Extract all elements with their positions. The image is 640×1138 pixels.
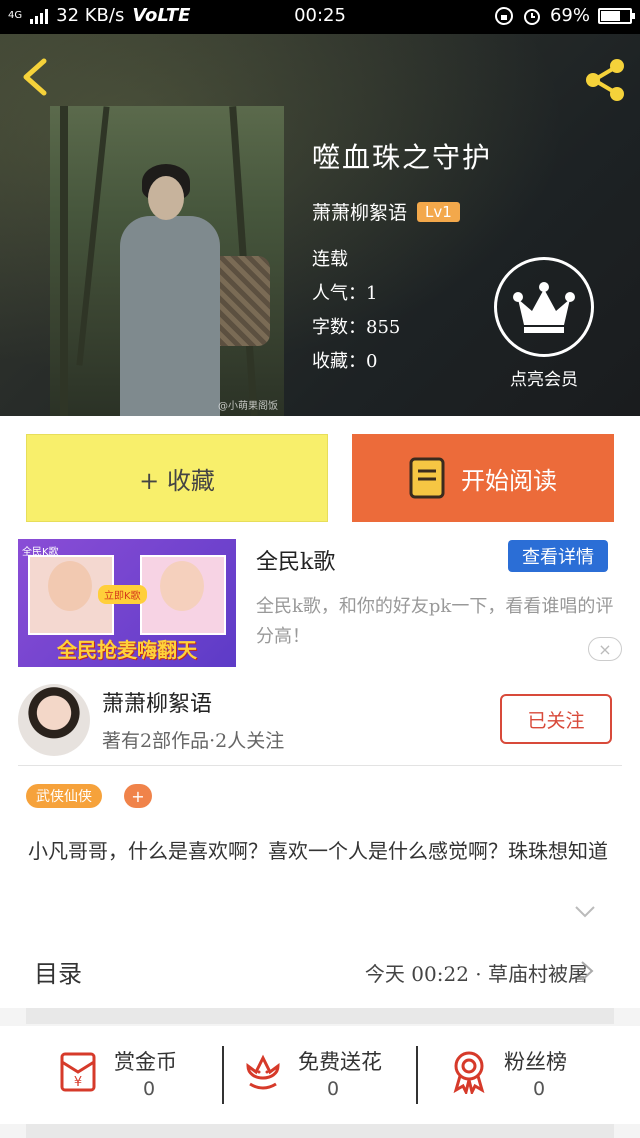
stats-bar: ¥ 赏金币 0 免费送花 0 粉丝榜 0: [0, 1026, 640, 1124]
send-flower-button[interactable]: 免费送花 0: [240, 1042, 430, 1112]
stat-value: 0: [532, 1078, 546, 1100]
section-spacer: [26, 1124, 614, 1138]
red-envelope-icon: ¥: [60, 1052, 96, 1092]
genre-tag[interactable]: 武侠仙侠: [26, 784, 102, 808]
cover-watermark: @小萌果阁饭: [218, 401, 278, 412]
ad-image[interactable]: 全民K歌 立即K歌 全民抢麦嗨翻天: [18, 539, 236, 667]
crown-icon: [513, 282, 575, 333]
collect-button[interactable]: + 收藏: [26, 434, 328, 522]
chevron-left-icon: [23, 58, 47, 96]
clock: 00:25: [294, 5, 346, 26]
book-word-count: 字数：855: [312, 317, 401, 338]
book-favorites: 收藏：0: [312, 351, 378, 372]
stat-label: 粉丝榜: [504, 1050, 567, 1074]
rotation-lock-icon: [494, 6, 513, 25]
author-meta: 著有2部作品·2人关注: [102, 730, 285, 752]
ad-description: 全民k歌，和你的好友pk一下，看看谁唱的评分高！: [256, 596, 614, 647]
battery-percent: 69%: [549, 5, 590, 26]
add-tag-button[interactable]: +: [124, 784, 152, 808]
book-title: 噬血珠之守护: [312, 141, 493, 174]
ad-banner[interactable]: 全民K歌 立即K歌 全民抢麦嗨翻天 全民k歌 查看详情 全民k歌，和你的好友pk…: [0, 536, 640, 682]
ad-title: 全民k歌: [256, 550, 336, 575]
battery-icon: [598, 7, 635, 24]
close-icon: ×: [598, 639, 612, 659]
table-of-contents-row[interactable]: 目录 今天 00:22 · 草庙村被屠: [0, 932, 640, 1008]
divider: [222, 1046, 224, 1104]
latest-chapter: 今天 00:22 · 草庙村被屠: [364, 962, 588, 986]
chevron-down-icon: [575, 906, 595, 918]
reward-coins-button[interactable]: ¥ 赏金币 0: [56, 1042, 246, 1112]
book-cover[interactable]: @小萌果阁饭: [50, 106, 284, 416]
vip-button[interactable]: 点亮会员: [494, 257, 594, 390]
back-button[interactable]: [16, 55, 56, 99]
medal-icon: [453, 1051, 485, 1094]
action-bar: + 收藏 开始阅读: [0, 416, 640, 536]
ad-image-pill: 立即K歌: [98, 585, 147, 604]
stat-value: 0: [142, 1078, 156, 1100]
description-card: 武侠仙侠 + 小凡哥哥，什么是喜欢啊？喜欢一个人是什么感觉啊？珠珠想知道: [0, 766, 640, 932]
share-button[interactable]: [580, 55, 630, 105]
follow-button[interactable]: 已关注: [500, 694, 612, 744]
svg-text:¥: ¥: [74, 1075, 82, 1090]
stat-label: 赏金币: [114, 1050, 177, 1074]
book-popularity: 人气：1: [312, 283, 378, 304]
author-level-badge: Lv1: [417, 201, 460, 222]
section-spacer: [26, 1008, 614, 1024]
author-card[interactable]: 萧萧柳絮语 著有2部作品·2人关注 已关注: [0, 682, 640, 766]
chevron-right-icon: [581, 961, 594, 981]
ad-image-slogan: 全民抢麦嗨翻天: [57, 638, 197, 662]
book-author[interactable]: 萧萧柳絮语: [312, 198, 407, 225]
book-info: 噬血珠之守护 萧萧柳絮语 Lv1 连载 人气：1 字数：855 收藏：0: [312, 136, 492, 379]
fan-ranking-button[interactable]: 粉丝榜 0: [446, 1042, 636, 1112]
toc-label: 目录: [34, 960, 82, 988]
start-reading-label: 开始阅读: [461, 466, 557, 495]
book-status: 连载: [312, 249, 348, 270]
ad-detail-button[interactable]: 查看详情: [508, 540, 608, 572]
start-reading-button[interactable]: 开始阅读: [352, 434, 614, 522]
alarm-icon: [523, 8, 540, 25]
divider: [416, 1046, 418, 1104]
stat-value: 0: [326, 1078, 340, 1100]
book-icon: [409, 457, 445, 499]
share-icon: [586, 59, 624, 101]
stat-label: 免费送花: [298, 1050, 382, 1074]
author-name: 萧萧柳絮语: [102, 692, 213, 717]
expand-button[interactable]: [574, 904, 596, 918]
avatar[interactable]: [18, 684, 90, 756]
status-bar: 4G 32 KB/s VoLTE 00:25 69%: [0, 0, 640, 34]
flower-icon: [246, 1054, 280, 1090]
book-description: 小凡哥哥，什么是喜欢啊？喜欢一个人是什么感觉啊？珠珠想知道: [28, 839, 608, 863]
vip-label: 点亮会员: [510, 370, 578, 390]
ad-close-button[interactable]: ×: [588, 637, 622, 661]
